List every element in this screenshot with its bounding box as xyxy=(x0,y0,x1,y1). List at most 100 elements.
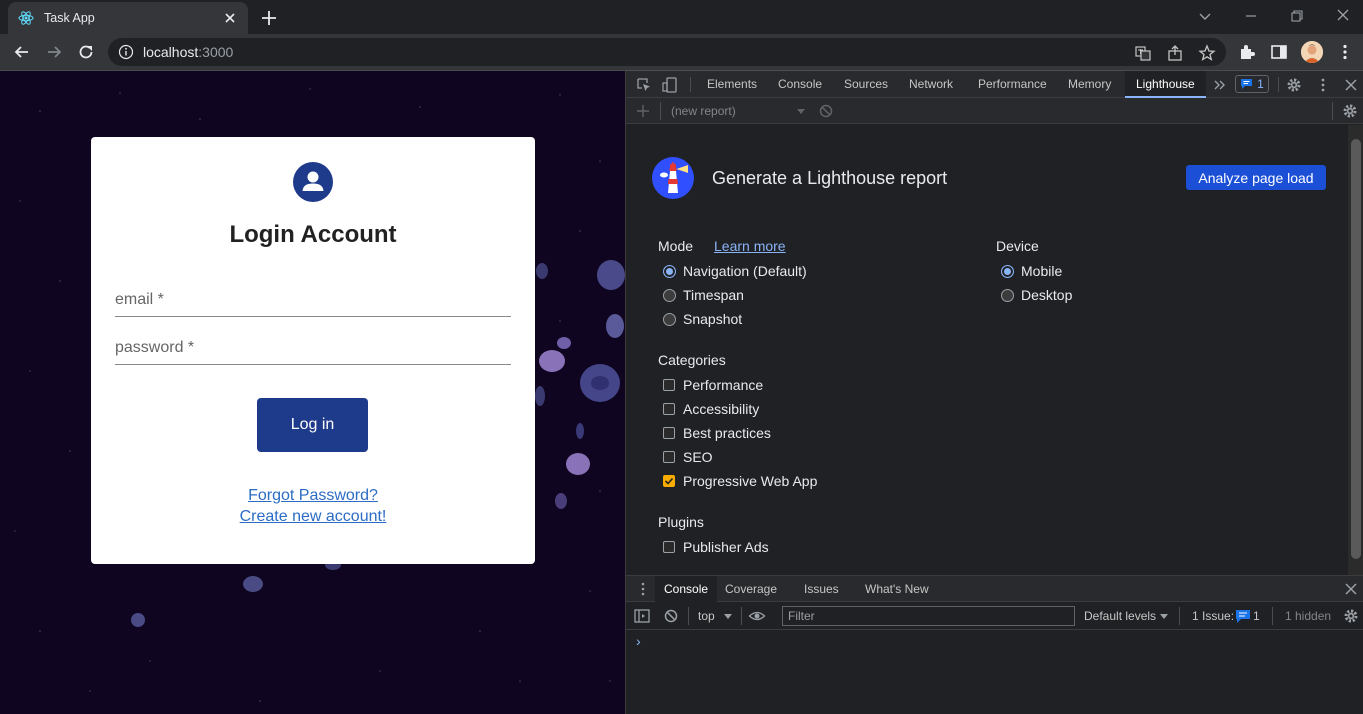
clear-console-icon[interactable] xyxy=(662,607,680,625)
account-circle-icon xyxy=(293,162,333,202)
tab-performance[interactable]: Performance xyxy=(967,71,1058,98)
drawer-tab-whats-new[interactable]: What's New xyxy=(856,576,938,602)
category-label: Accessibility xyxy=(683,401,760,417)
drawer-tab-issues[interactable]: Issues xyxy=(795,576,848,602)
drawer-tab-bar: Console Coverage Issues What's New xyxy=(626,575,1363,602)
mode-option-timespan[interactable]: Timespan xyxy=(663,287,744,303)
tab-lighthouse[interactable]: Lighthouse xyxy=(1125,71,1206,98)
inspect-element-icon[interactable] xyxy=(635,76,653,94)
translate-icon[interactable] xyxy=(1134,44,1152,62)
lighthouse-settings-icon[interactable] xyxy=(1341,102,1359,120)
create-account-link[interactable]: Create new account! xyxy=(91,508,535,526)
toolbar-separator xyxy=(1179,607,1180,625)
scrollbar-thumb[interactable] xyxy=(1351,139,1361,559)
checkbox[interactable] xyxy=(663,403,675,415)
forward-icon[interactable] xyxy=(44,42,64,62)
extensions-icon[interactable] xyxy=(1237,42,1257,62)
login-button[interactable]: Log in xyxy=(257,398,368,452)
plugins-label: Plugins xyxy=(658,514,704,530)
add-report-icon[interactable] xyxy=(634,102,652,120)
device-option-mobile[interactable]: Mobile xyxy=(1001,263,1062,279)
drawer-menu-icon[interactable] xyxy=(634,580,652,598)
tab-elements[interactable]: Elements xyxy=(696,71,768,98)
category-best-practices[interactable]: Best practices xyxy=(663,425,771,441)
site-info-icon[interactable] xyxy=(118,44,134,60)
minimize-icon[interactable] xyxy=(1240,6,1262,26)
device-option-label: Desktop xyxy=(1021,287,1073,303)
live-expression-eye-icon[interactable] xyxy=(748,607,766,625)
checkbox-checked[interactable] xyxy=(663,475,675,487)
radio-button[interactable] xyxy=(1001,264,1014,278)
restore-icon[interactable] xyxy=(1286,6,1308,26)
clear-reports-icon[interactable] xyxy=(817,102,835,120)
side-panel-icon[interactable] xyxy=(1269,42,1289,62)
checkbox[interactable] xyxy=(663,379,675,391)
plugin-label: Publisher Ads xyxy=(683,539,769,555)
context-dropdown-arrow-icon[interactable] xyxy=(719,607,737,625)
menu-icon[interactable] xyxy=(1335,42,1355,62)
drawer-tab-console[interactable]: Console xyxy=(655,576,718,602)
more-tabs-chevron-icon[interactable] xyxy=(1211,76,1229,94)
settings-gear-icon[interactable] xyxy=(1285,76,1303,94)
radio-button[interactable] xyxy=(663,264,676,278)
tab-search-icon[interactable] xyxy=(1194,6,1216,26)
lighthouse-toolbar: (new report) xyxy=(626,98,1363,124)
console-settings-icon[interactable] xyxy=(1342,607,1360,625)
radio-button[interactable] xyxy=(1001,288,1014,302)
radio-button[interactable] xyxy=(663,312,676,326)
issues-badge[interactable]: 1 xyxy=(1235,75,1269,93)
analyze-page-load-button[interactable]: Analyze page load xyxy=(1186,165,1326,190)
checkbox[interactable] xyxy=(663,427,675,439)
tab-separator xyxy=(1278,77,1279,92)
email-field[interactable]: email * xyxy=(115,277,511,317)
drawer-tab-coverage[interactable]: Coverage xyxy=(716,576,786,602)
plugin-publisher-ads[interactable]: Publisher Ads xyxy=(663,539,769,555)
category-seo[interactable]: SEO xyxy=(663,449,713,465)
category-pwa[interactable]: Progressive Web App xyxy=(663,473,817,489)
device-option-desktop[interactable]: Desktop xyxy=(1001,287,1072,303)
close-devtools-icon[interactable] xyxy=(1342,76,1360,94)
tab-console[interactable]: Console xyxy=(767,71,833,98)
close-tab-icon[interactable] xyxy=(222,10,238,26)
customize-menu-icon[interactable] xyxy=(1314,76,1332,94)
checkbox[interactable] xyxy=(663,541,675,553)
back-icon[interactable] xyxy=(12,42,32,62)
report-select[interactable]: (new report) xyxy=(671,104,736,118)
browser-tab[interactable]: Task App xyxy=(8,2,248,34)
tab-memory[interactable]: Memory xyxy=(1057,71,1122,98)
profile-avatar[interactable] xyxy=(1301,41,1323,63)
checkbox[interactable] xyxy=(663,451,675,463)
radio-button[interactable] xyxy=(663,288,676,302)
close-window-icon[interactable] xyxy=(1332,6,1354,26)
new-tab-icon[interactable] xyxy=(258,7,280,29)
mode-option-snapshot[interactable]: Snapshot xyxy=(663,311,742,327)
console-issues-label[interactable]: 1 Issue: xyxy=(1192,609,1234,623)
context-selector[interactable]: top xyxy=(698,609,715,623)
levels-dropdown-arrow-icon[interactable] xyxy=(1155,607,1173,625)
report-dropdown-arrow-icon[interactable] xyxy=(792,103,810,121)
tab-sources[interactable]: Sources xyxy=(833,71,899,98)
category-accessibility[interactable]: Accessibility xyxy=(663,401,759,417)
checkmark-icon xyxy=(664,477,674,485)
reload-icon[interactable] xyxy=(76,42,96,62)
categories-label: Categories xyxy=(658,352,726,368)
address-bar[interactable]: localhost :3000 xyxy=(108,38,1226,66)
password-field[interactable]: password * xyxy=(115,325,511,365)
devtools-panel: Elements Console Sources Network Perform… xyxy=(625,71,1363,714)
forgot-password-link[interactable]: Forgot Password? xyxy=(91,487,535,505)
device-toolbar-icon[interactable] xyxy=(661,76,679,94)
mode-option-navigation[interactable]: Navigation (Default) xyxy=(663,263,807,279)
tab-network[interactable]: Network xyxy=(898,71,964,98)
show-sidebar-icon[interactable] xyxy=(633,607,651,625)
learn-more-link[interactable]: Learn more xyxy=(714,238,786,254)
console-issue-message-icon xyxy=(1236,610,1250,623)
share-icon[interactable] xyxy=(1166,44,1184,62)
close-drawer-icon[interactable] xyxy=(1342,580,1360,598)
email-placeholder: email * xyxy=(115,291,164,308)
bookmark-star-icon[interactable] xyxy=(1198,44,1216,62)
lighthouse-scrollbar[interactable] xyxy=(1348,125,1363,575)
console-filter-input[interactable] xyxy=(782,606,1075,626)
category-performance[interactable]: Performance xyxy=(663,377,763,393)
log-levels-dropdown[interactable]: Default levels xyxy=(1084,609,1156,623)
console-prompt[interactable]: › xyxy=(636,633,641,649)
